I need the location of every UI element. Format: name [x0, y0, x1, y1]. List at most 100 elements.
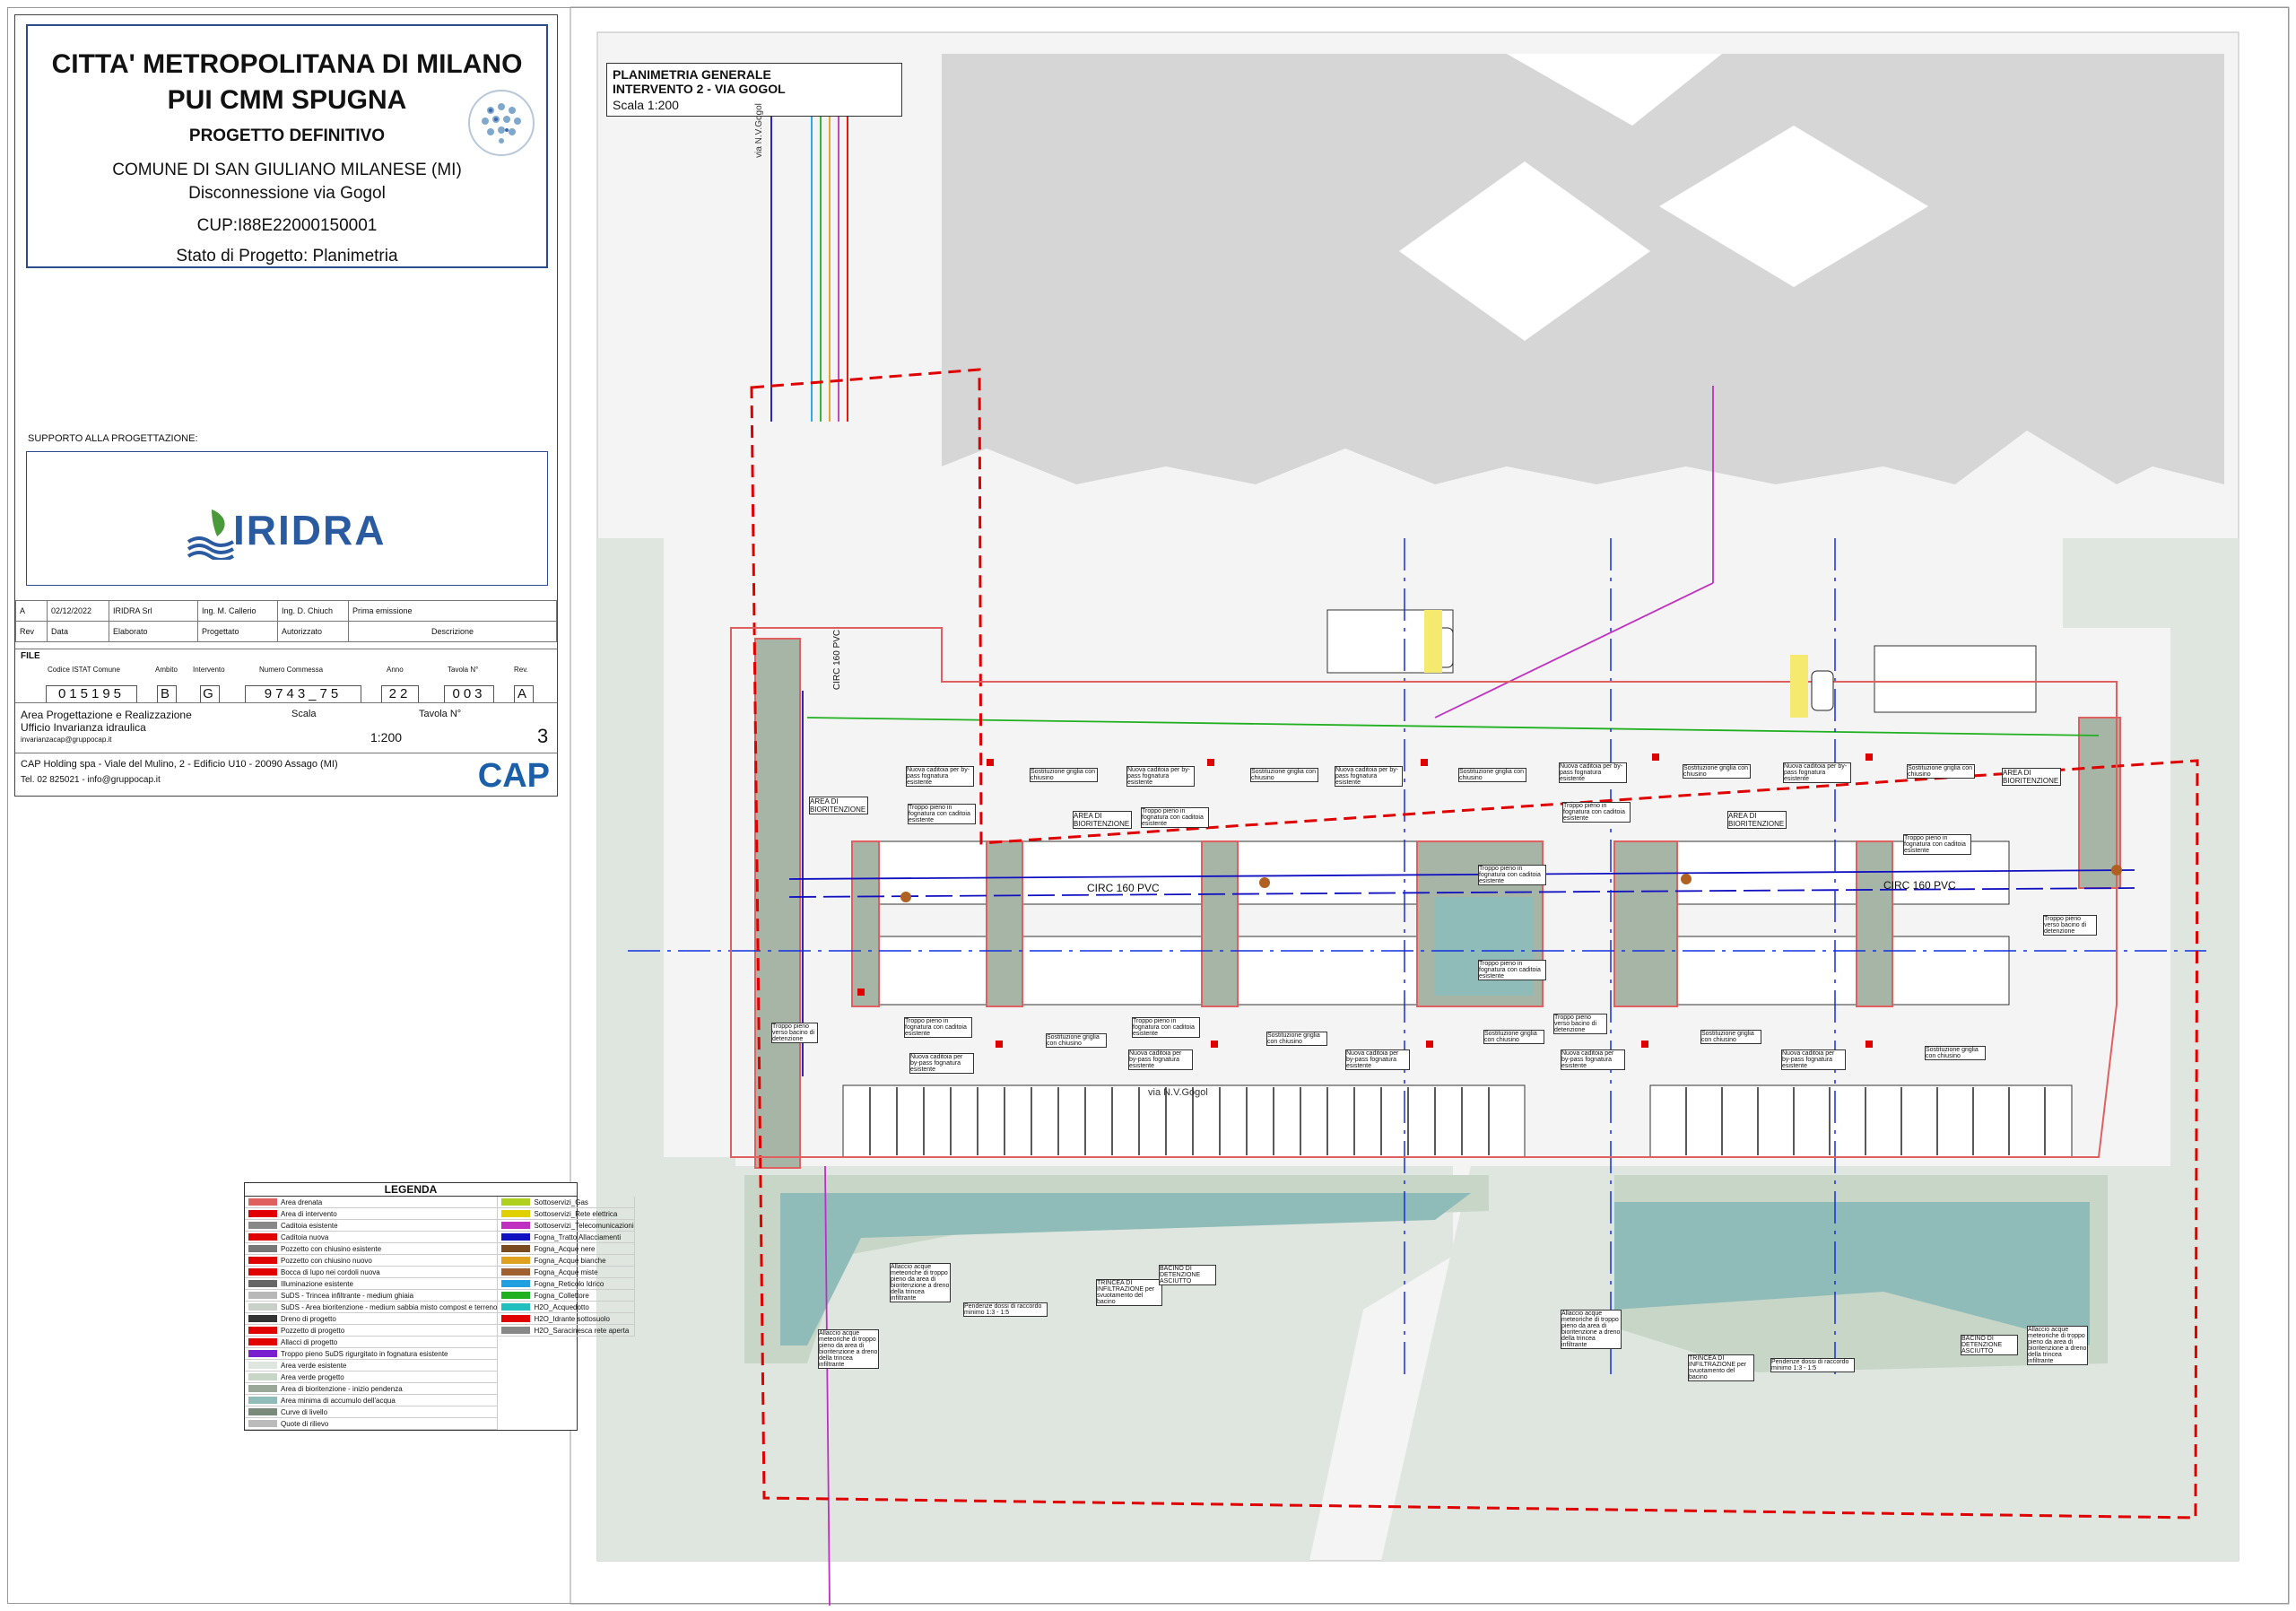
- legend-item: Quote di rilievo: [245, 1418, 499, 1430]
- legend-item: H2O_Acquedotto: [498, 1302, 635, 1313]
- scala-label: Scala: [291, 709, 317, 719]
- callout-replace: Sostituzione griglia con chiusino: [1458, 768, 1526, 782]
- sponge-logo-icon: [468, 90, 535, 156]
- rev-label: Rev.: [514, 666, 528, 674]
- legend-swatch: [501, 1327, 531, 1334]
- legend-label: H2O_Acquedotto: [534, 1302, 589, 1311]
- callout-new-grate: Nuova caditoia per by-pass fognatura esi…: [909, 1053, 974, 1074]
- callout-basin: BACINO DI DETENZIONE ASCIUTTO: [1961, 1335, 2018, 1355]
- support-logo-box: IRIDRA: [26, 451, 548, 586]
- legend-item: Illuminazione esistente: [245, 1278, 499, 1290]
- area-line-2: Ufficio Invarianza idraulica: [21, 721, 146, 734]
- legend-item: Area di bioritenzione - inizio pendenza: [245, 1383, 499, 1395]
- anno-code: 22: [381, 685, 419, 703]
- legend-swatch: [501, 1280, 531, 1287]
- legend-label: Fogna_Reticolo Idrico: [534, 1279, 604, 1288]
- rev-code: A: [514, 685, 534, 703]
- legend-swatch: [248, 1385, 277, 1392]
- legend-right-column: Sottoservizi_Gas Sottoservizi_Rete elettr…: [498, 1197, 635, 1430]
- intervento-label: Intervento: [193, 666, 225, 674]
- header-cell: Rev: [15, 621, 48, 642]
- legend-swatch: [248, 1268, 277, 1276]
- legend-item: Caditoia esistente: [245, 1220, 499, 1232]
- legend-swatch: [248, 1408, 277, 1415]
- bioretention-label: AREA DI BIORITENZIONE: [1073, 811, 1132, 829]
- legend-swatch: [248, 1280, 277, 1287]
- street-label-vertical: via N.V.Gogol: [753, 103, 764, 158]
- legend-label: Fogna_Acque nere: [534, 1244, 596, 1253]
- callout-overflow: Troppo pieno in fognatura con caditoia e…: [1478, 865, 1546, 885]
- header-cell: Autorizzato: [277, 621, 349, 642]
- legend-item: SuDS - Area bioritenzione - medium sabbi…: [245, 1302, 499, 1313]
- tavola-label-2: Tavola N°: [419, 709, 462, 719]
- legend-item: Bocca di lupo nei cordoli nuova: [245, 1267, 499, 1278]
- legend-label: SuDS - Trincea infiltrante - medium ghia…: [281, 1291, 414, 1300]
- legend-item: Fogna_Acque bianche: [498, 1255, 635, 1267]
- legend-label: Pozzetto con chiusino nuovo: [281, 1256, 372, 1265]
- legend-swatch: [248, 1222, 277, 1229]
- legend-item: Fogna_Collettore: [498, 1290, 635, 1302]
- legend-label: Quote di rilievo: [281, 1419, 329, 1428]
- legend-label: Troppo pieno SuDS rigurgitato in fognatu…: [281, 1349, 448, 1358]
- title-line-1: CITTA' METROPOLITANA DI MILANO: [51, 49, 523, 79]
- callout-new-grate: Nuova caditoia per by-pass fognatura esi…: [1345, 1049, 1410, 1070]
- istat-label: Codice ISTAT Comune: [48, 666, 120, 674]
- legend-label: Area di bioritenzione - inizio pendenza: [281, 1384, 403, 1393]
- legend-label: Curve di livello: [281, 1407, 328, 1416]
- legend-item: Dreno di progetto: [245, 1313, 499, 1325]
- callout-basin: BACINO DI DETENZIONE ASCIUTTO: [1159, 1265, 1216, 1285]
- legend-swatch: [248, 1292, 277, 1299]
- callout-new-grate: Nuova caditoia per by-pass fognatura esi…: [1561, 1049, 1625, 1070]
- progettato-cell: Ing. M. Callerio: [197, 600, 278, 622]
- legend-item: Fogna_Reticolo Idrico: [498, 1278, 635, 1290]
- legend: LEGENDA Area drenata Area di intervento Ca…: [244, 1182, 635, 1431]
- callout-new-grate: Nuova caditoia per by-pass fognatura esi…: [906, 766, 974, 787]
- intervento-code: G: [200, 685, 220, 703]
- legend-item: H2O_Idrante sottosuolo: [498, 1313, 635, 1325]
- callout-new-grate: Nuova caditoia per by-pass fognatura esi…: [1783, 762, 1851, 783]
- legend-item: Sottoservizi_Rete elettrica: [498, 1208, 635, 1220]
- callout-replace: Sostituzione griglia con chiusino: [1483, 1030, 1544, 1044]
- legend-item: Caditoia nuova: [245, 1232, 499, 1243]
- tavola-number: 3: [537, 725, 549, 747]
- file-label: FILE: [21, 651, 40, 661]
- support-label: SUPPORTO ALLA PROGETTAZIONE:: [28, 433, 198, 444]
- revision-header-row: Rev Data Elaborato Progettato Autorizzat…: [15, 621, 557, 642]
- plan-title: PLANIMETRIA GENERALE: [613, 67, 771, 82]
- legend-label: Fogna_Tratto Allacciamenti: [534, 1232, 622, 1241]
- legend-label: Bocca di lupo nei cordoli nuova: [281, 1267, 380, 1276]
- legend-item: Allacci di progetto: [245, 1337, 499, 1348]
- legend-label: Area verde esistente: [281, 1361, 347, 1370]
- legend-item: Sottoservizi_Telecomunicazioni: [498, 1220, 635, 1232]
- legend-label: Sottoservizi_Telecomunicazioni: [534, 1221, 634, 1230]
- legend-swatch: [248, 1198, 277, 1206]
- cap-row: CAP Holding spa - Viale del Mulino, 2 - …: [15, 753, 557, 798]
- legend-item: Troppo pieno SuDS rigurgitato in fognatu…: [245, 1348, 499, 1360]
- callout-new-grate: Nuova caditoia per by-pass fognatura esi…: [1128, 1049, 1193, 1070]
- legend-item: Curve di livello: [245, 1406, 499, 1418]
- callout-overflow-basin: Troppo pieno verso bacino di detenzione: [1553, 1014, 1607, 1034]
- callout-new-grate: Nuova caditoia per by-pass fognatura esi…: [1335, 766, 1403, 787]
- legend-label: Pozzetto di progetto: [281, 1326, 345, 1335]
- pipe-label: CIRC 160 PVC: [1087, 882, 1160, 894]
- legend-item: Area di intervento: [245, 1208, 499, 1220]
- legend-swatch: [248, 1210, 277, 1217]
- callout-replace: Sostituzione griglia con chiusino: [1683, 764, 1751, 779]
- revision-table: A 02/12/2022 IRIDRA Srl Ing. M. Callerio…: [15, 600, 557, 642]
- legend-swatch: [248, 1257, 277, 1264]
- scala-value: 1:200: [370, 730, 403, 745]
- commessa-code: 9743_75: [245, 685, 361, 703]
- legend-swatch: [501, 1245, 531, 1252]
- legend-item: Fogna_Tratto Allacciamenti: [498, 1232, 635, 1243]
- header-cell: Progettato: [197, 621, 278, 642]
- callout-replace: Sostituzione griglia con chiusino: [1907, 764, 1975, 779]
- legend-label: Area verde progetto: [281, 1372, 344, 1381]
- legend-item: Area drenata: [245, 1197, 499, 1208]
- callout-new-grate: Nuova caditoia per by-pass fognatura esi…: [1781, 1049, 1846, 1070]
- callout-connection: Allaccio acque meteoriche di troppo pien…: [1561, 1310, 1622, 1349]
- legend-label: Caditoia esistente: [281, 1221, 338, 1230]
- street-label: via N.V.Gogol: [1148, 1087, 1208, 1098]
- legend-swatch: [501, 1303, 531, 1311]
- callout-overflow: Troppo pieno in fognatura con caditoia e…: [1478, 960, 1546, 980]
- legend-swatch: [501, 1198, 531, 1206]
